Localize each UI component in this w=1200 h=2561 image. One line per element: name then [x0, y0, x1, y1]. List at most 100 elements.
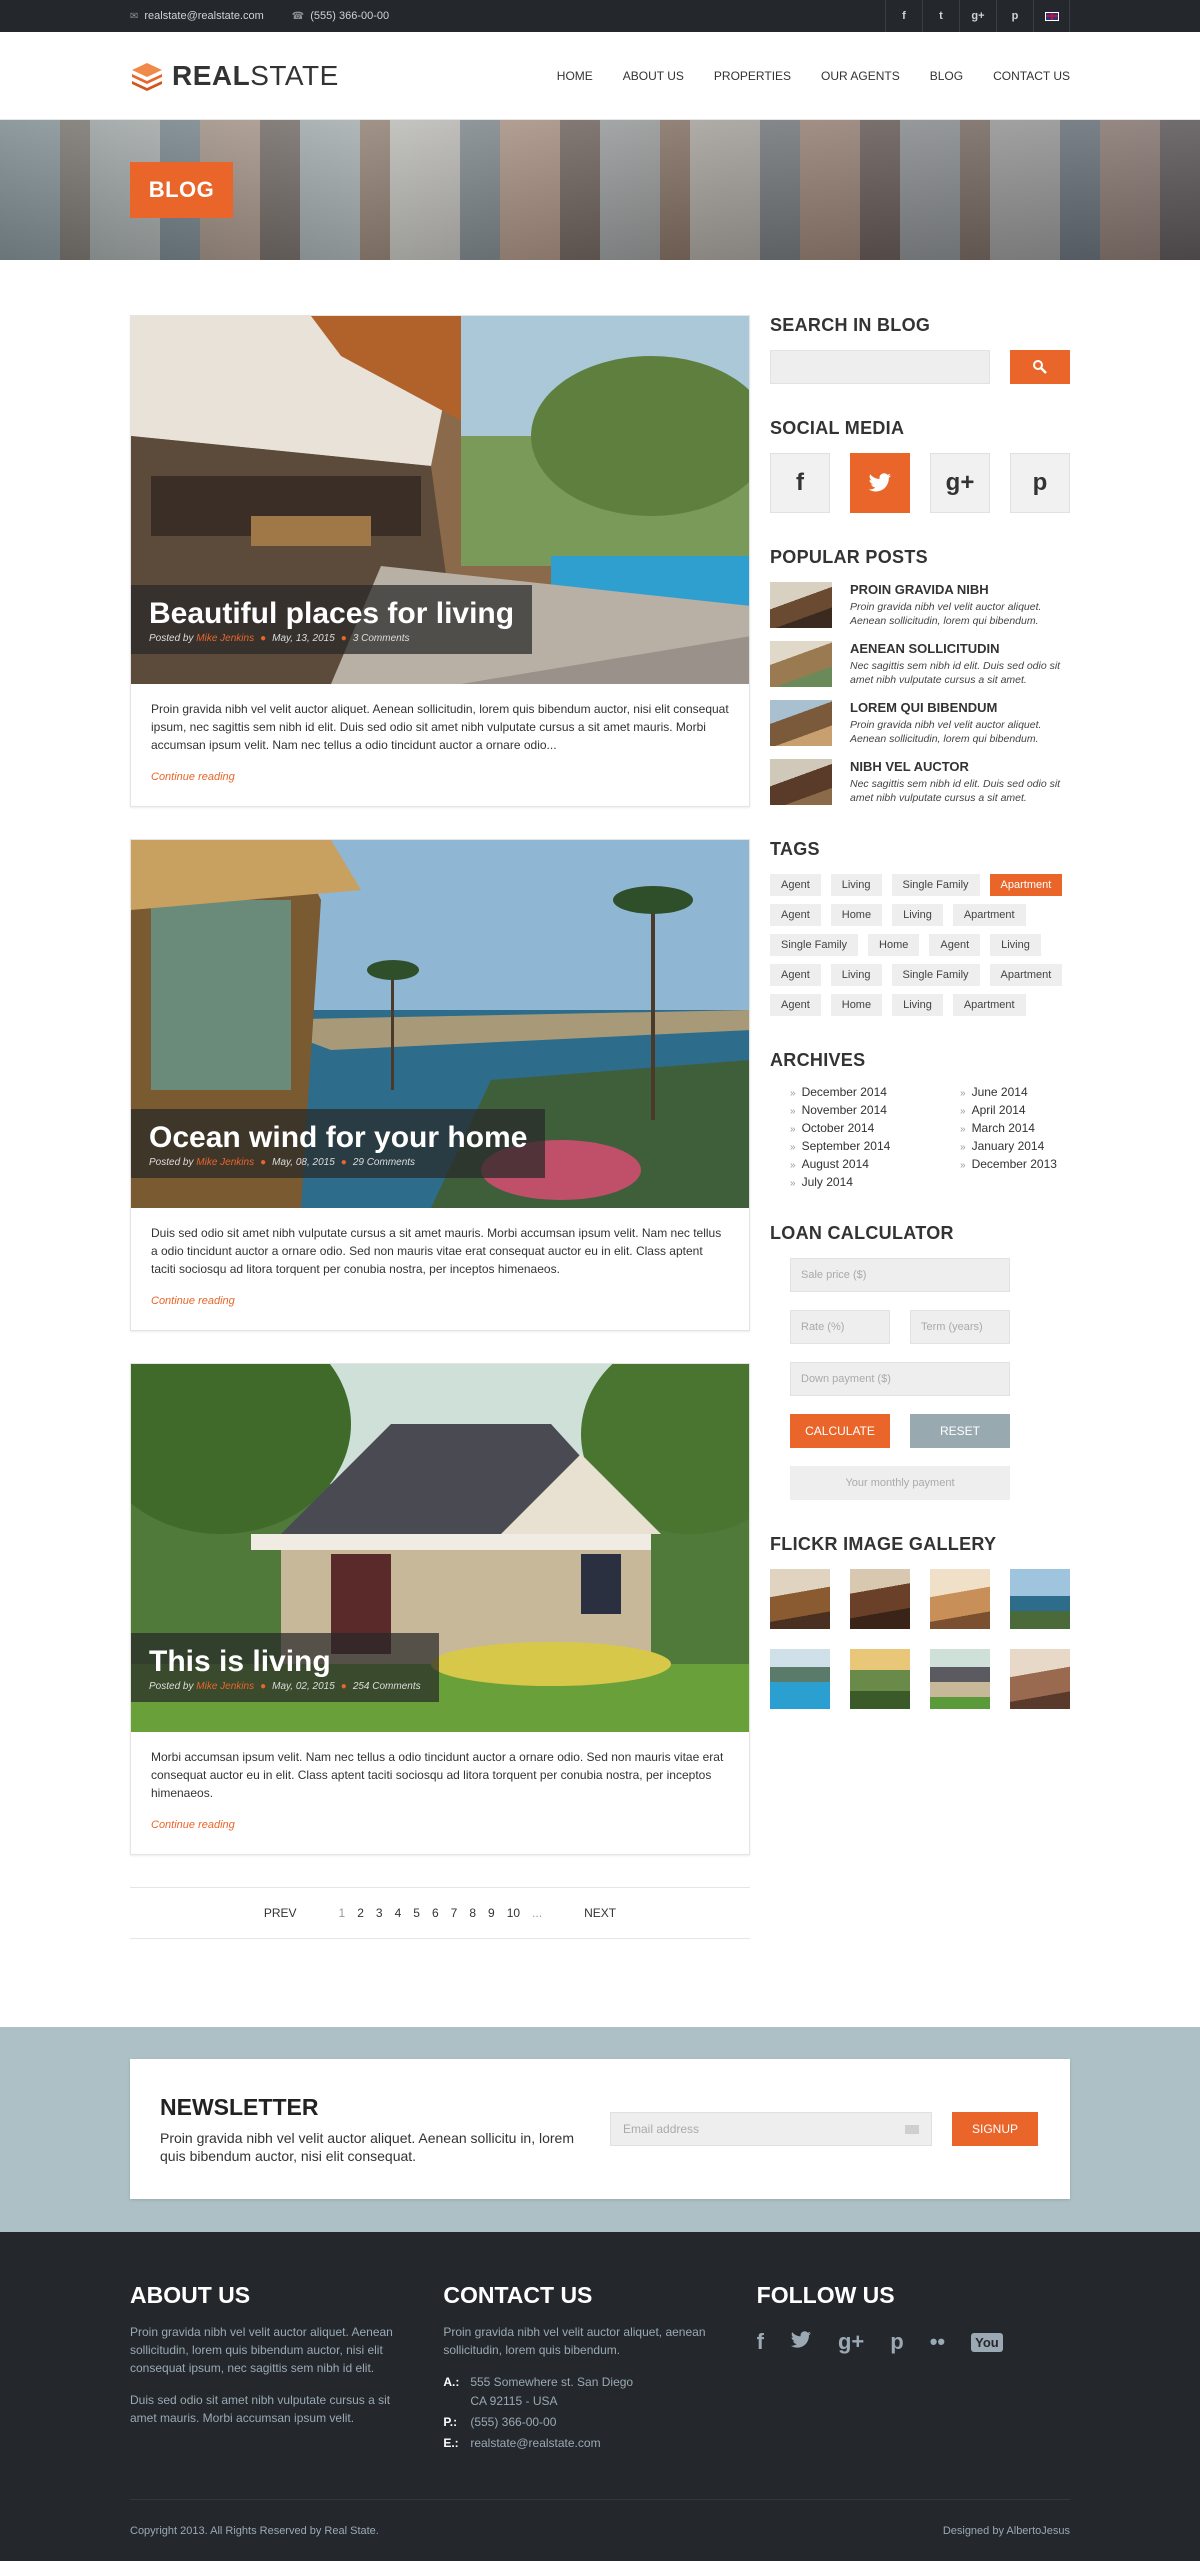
- continue-reading-link[interactable]: Continue reading: [151, 768, 729, 786]
- tag[interactable]: Apartment: [989, 964, 1063, 986]
- sale-price-input[interactable]: Sale price ($): [790, 1258, 1010, 1292]
- language-selector[interactable]: [1033, 0, 1070, 32]
- post-author[interactable]: Mike Jenkins: [196, 1681, 254, 1692]
- prev-page-button[interactable]: PREV: [264, 1906, 297, 1920]
- calculate-button[interactable]: CALCULATE: [790, 1414, 890, 1448]
- page-link[interactable]: 4: [395, 1906, 402, 1920]
- tag[interactable]: Agent: [770, 874, 821, 896]
- post-title[interactable]: Beautiful places for living: [149, 597, 514, 631]
- tag[interactable]: Agent: [770, 904, 821, 926]
- post-image[interactable]: Ocean wind for your home Posted by Mike …: [131, 840, 749, 1208]
- continue-reading-link[interactable]: Continue reading: [151, 1292, 729, 1310]
- post-title[interactable]: This is living: [149, 1645, 421, 1679]
- youtube-icon[interactable]: You: [971, 2332, 1003, 2352]
- page-link[interactable]: 8: [469, 1906, 476, 1920]
- page-link[interactable]: 9: [488, 1906, 495, 1920]
- facebook-icon[interactable]: f: [885, 0, 922, 32]
- tag[interactable]: Home: [830, 904, 883, 926]
- search-input[interactable]: [770, 350, 990, 384]
- top-email[interactable]: ✉ realstate@realstate.com: [130, 10, 264, 22]
- tag[interactable]: Agent: [929, 934, 981, 956]
- pinterest-icon[interactable]: p: [996, 0, 1033, 32]
- twitter-icon[interactable]: [790, 2329, 812, 2355]
- nav-blog[interactable]: BLOG: [930, 69, 963, 83]
- next-page-button[interactable]: NEXT: [584, 1906, 616, 1920]
- archive-link[interactable]: September 2014: [790, 1139, 960, 1153]
- tag[interactable]: Living: [990, 934, 1041, 956]
- post-image[interactable]: Beautiful places for living Posted by Mi…: [131, 316, 749, 684]
- gallery-thumbnail[interactable]: [850, 1649, 910, 1709]
- facebook-icon[interactable]: f: [757, 2329, 764, 2355]
- popular-post[interactable]: AENEAN SOLLICITUDIN Nec sagittis sem nibh…: [770, 641, 1070, 687]
- gallery-thumbnail[interactable]: [770, 1569, 830, 1629]
- tag[interactable]: Agent: [770, 994, 821, 1016]
- rate-input[interactable]: Rate (%): [790, 1310, 890, 1344]
- gallery-thumbnail[interactable]: [930, 1569, 990, 1629]
- archive-link[interactable]: December 2013: [960, 1157, 1090, 1171]
- term-input[interactable]: Term (years): [910, 1310, 1010, 1344]
- gallery-thumbnail[interactable]: [930, 1649, 990, 1709]
- gallery-thumbnail[interactable]: [850, 1569, 910, 1629]
- search-button[interactable]: [1010, 350, 1070, 384]
- tag[interactable]: Single Family: [891, 874, 980, 896]
- tag[interactable]: Living: [830, 874, 882, 896]
- down-payment-input[interactable]: Down payment ($): [790, 1362, 1010, 1396]
- tag[interactable]: Single Family: [770, 934, 859, 956]
- nav-about[interactable]: ABOUT US: [623, 69, 684, 83]
- popular-post[interactable]: LOREM QUI BIBENDUM Proin gravida nibh vel…: [770, 700, 1070, 746]
- flickr-icon[interactable]: ••: [930, 2329, 945, 2355]
- footer-email[interactable]: E.: realstate@realstate.com: [443, 2434, 756, 2453]
- tag[interactable]: Single Family: [891, 964, 980, 986]
- google-plus-icon[interactable]: g+: [838, 2329, 864, 2355]
- google-plus-icon[interactable]: g+: [959, 0, 996, 32]
- gallery-thumbnail[interactable]: [1010, 1569, 1070, 1629]
- archive-link[interactable]: March 2014: [960, 1121, 1090, 1135]
- archive-link[interactable]: August 2014: [790, 1157, 960, 1171]
- post-author[interactable]: Mike Jenkins: [196, 1157, 254, 1168]
- post-image[interactable]: This is living Posted by Mike Jenkins ● Ma…: [131, 1364, 749, 1732]
- post-comments[interactable]: 29 Comments: [353, 1157, 415, 1168]
- pinterest-icon[interactable]: p: [1010, 453, 1070, 513]
- page-link[interactable]: 2: [357, 1906, 364, 1920]
- tag[interactable]: Agent: [770, 964, 821, 986]
- archive-link[interactable]: December 2014: [790, 1085, 960, 1099]
- tag[interactable]: Apartment: [952, 994, 1026, 1016]
- archive-link[interactable]: April 2014: [960, 1103, 1090, 1117]
- archive-link[interactable]: October 2014: [790, 1121, 960, 1135]
- twitter-icon[interactable]: [850, 453, 910, 513]
- nav-contact[interactable]: CONTACT US: [993, 69, 1070, 83]
- tag[interactable]: Living: [830, 964, 882, 986]
- gallery-thumbnail[interactable]: [1010, 1649, 1070, 1709]
- archive-link[interactable]: July 2014: [790, 1175, 960, 1189]
- page-link[interactable]: 10: [507, 1906, 520, 1920]
- tag-active[interactable]: Apartment: [989, 874, 1063, 896]
- page-link[interactable]: 6: [432, 1906, 439, 1920]
- tag[interactable]: Home: [868, 934, 920, 956]
- twitter-icon[interactable]: t: [922, 0, 959, 32]
- gallery-thumbnail[interactable]: [770, 1649, 830, 1709]
- popular-post[interactable]: PROIN GRAVIDA NIBH Proin gravida nibh vel…: [770, 582, 1070, 628]
- pinterest-icon[interactable]: p: [890, 2329, 903, 2355]
- designer-credit[interactable]: Designed by AlbertoJesus: [943, 2525, 1070, 2537]
- newsletter-email-input[interactable]: Email address: [610, 2112, 932, 2146]
- post-comments[interactable]: 3 Comments: [353, 633, 410, 644]
- continue-reading-link[interactable]: Continue reading: [151, 1816, 729, 1834]
- tag[interactable]: Apartment: [952, 904, 1026, 926]
- nav-properties[interactable]: PROPERTIES: [714, 69, 791, 83]
- facebook-icon[interactable]: f: [770, 453, 830, 513]
- archive-link[interactable]: June 2014: [960, 1085, 1090, 1099]
- tag[interactable]: Living: [892, 994, 943, 1016]
- nav-home[interactable]: HOME: [557, 69, 593, 83]
- page-link[interactable]: 3: [376, 1906, 383, 1920]
- nav-agents[interactable]: OUR AGENTS: [821, 69, 900, 83]
- reset-button[interactable]: RESET: [910, 1414, 1010, 1448]
- google-plus-icon[interactable]: g+: [930, 453, 990, 513]
- site-logo[interactable]: REALSTATE: [130, 59, 339, 93]
- tag[interactable]: Home: [830, 994, 883, 1016]
- page-link[interactable]: 5: [413, 1906, 420, 1920]
- archive-link[interactable]: January 2014: [960, 1139, 1090, 1153]
- popular-post[interactable]: NIBH VEL AUCTOR Nec sagittis sem nibh id …: [770, 759, 1070, 805]
- signup-button[interactable]: SIGNUP: [952, 2112, 1038, 2146]
- page-link[interactable]: 7: [451, 1906, 458, 1920]
- post-comments[interactable]: 254 Comments: [353, 1681, 421, 1692]
